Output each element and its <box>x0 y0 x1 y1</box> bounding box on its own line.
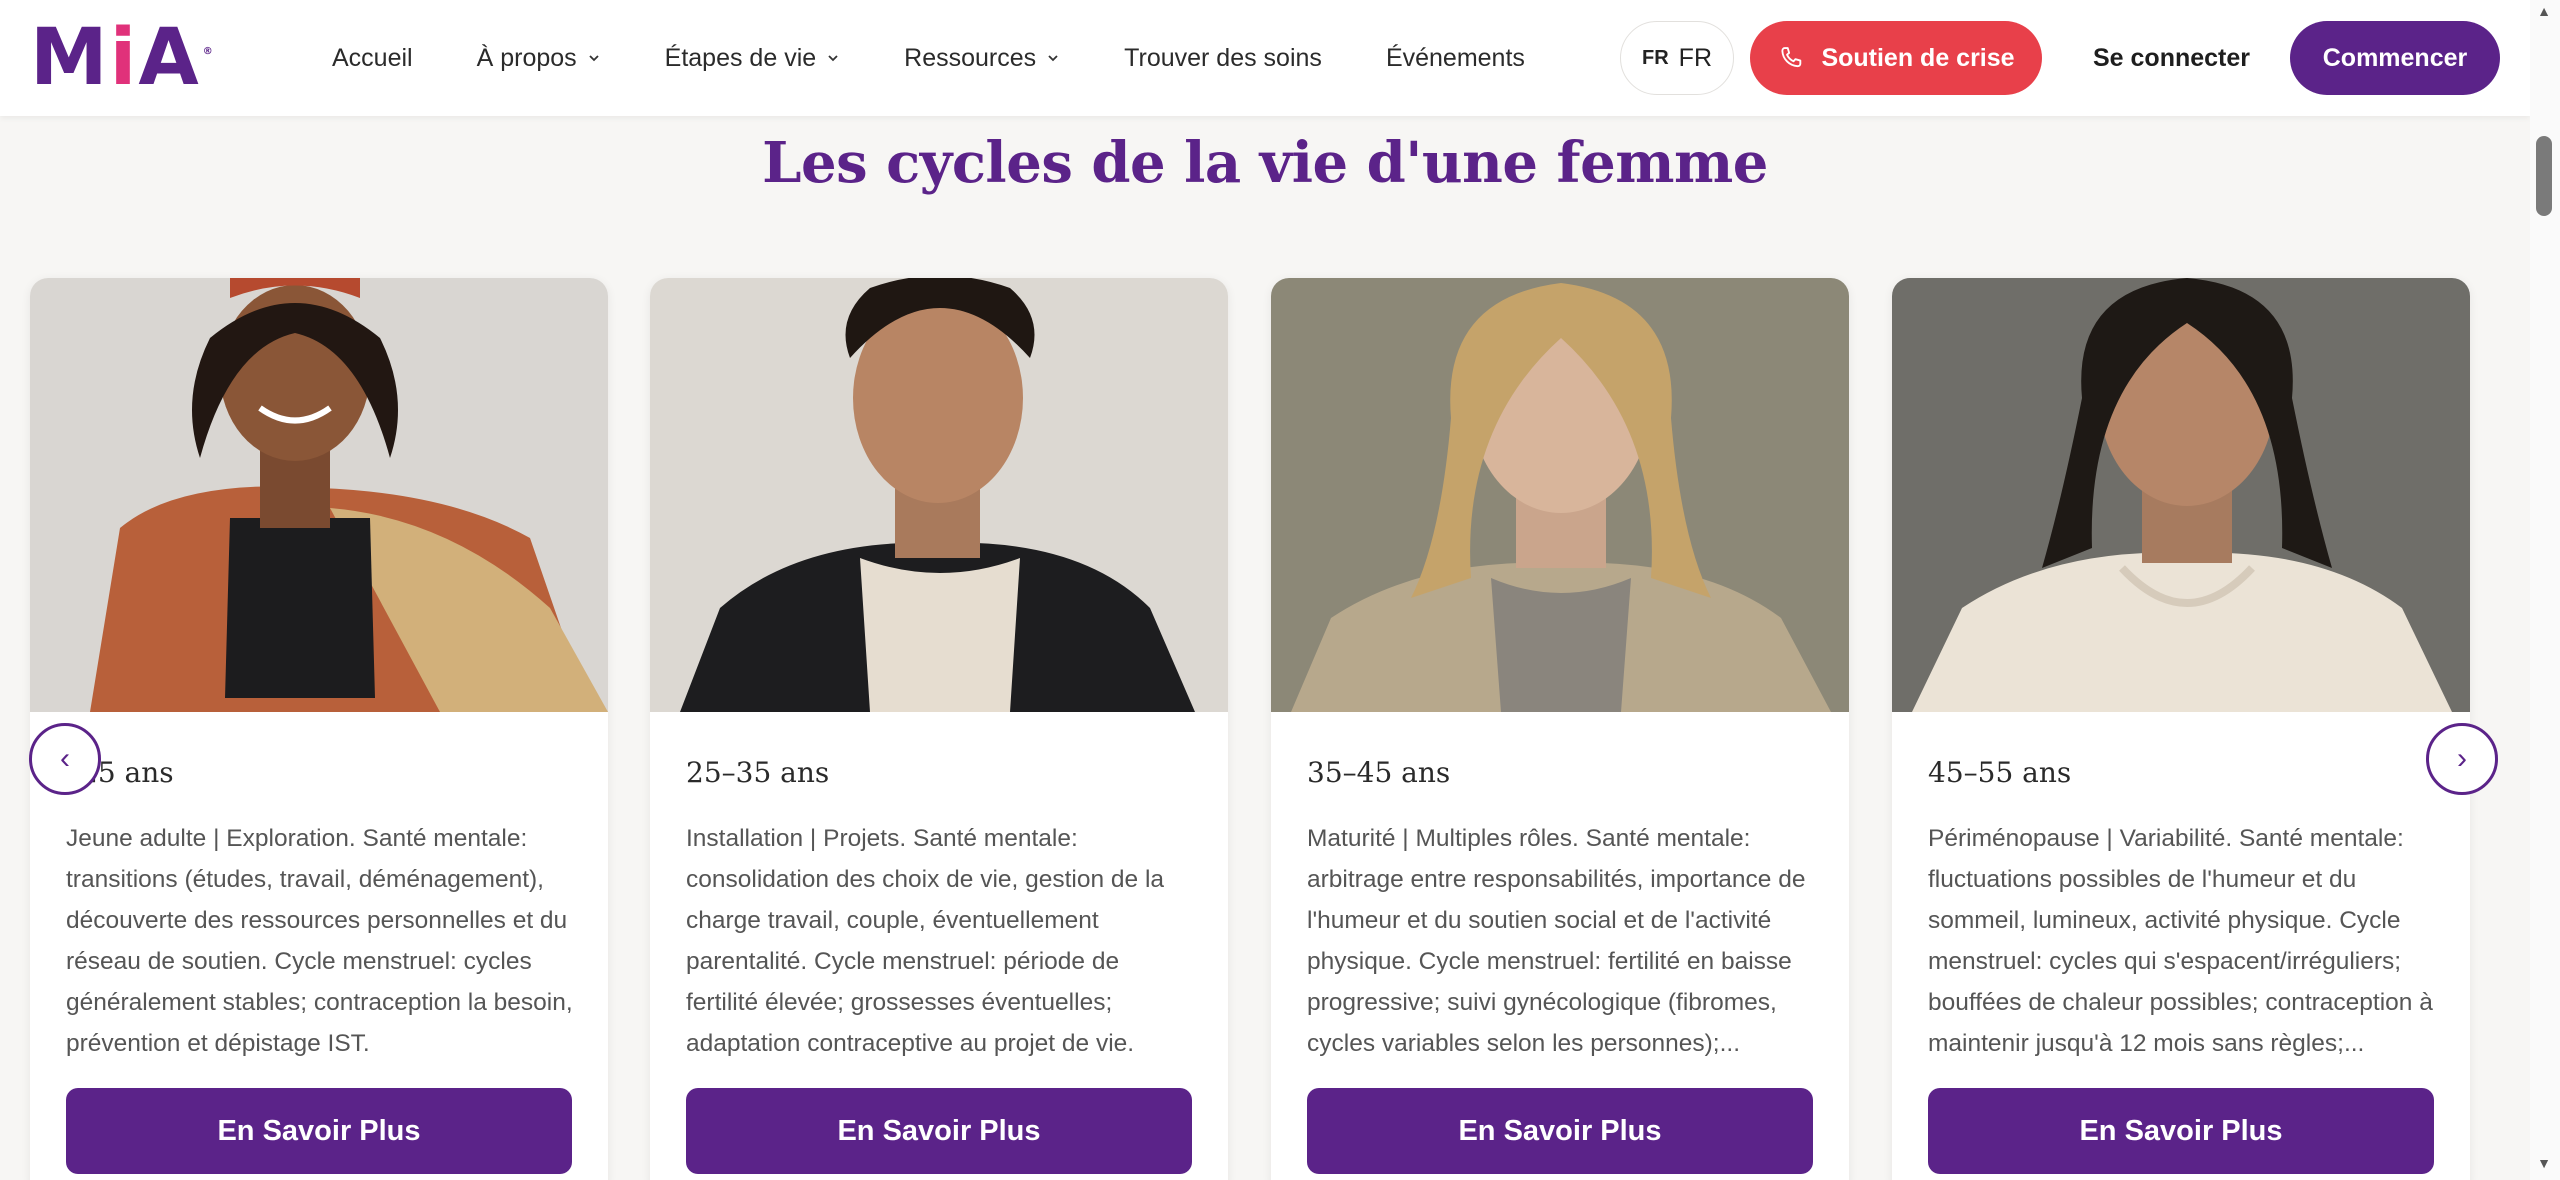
flag-fr-icon: FR <box>1642 46 1669 69</box>
card-photo <box>1892 278 2470 712</box>
login-link[interactable]: Se connecter <box>2093 0 2250 116</box>
card-description: Périménopause | Variabilité. Santé menta… <box>1928 825 2433 1057</box>
chevron-down-icon <box>1048 55 1058 62</box>
card-age-range: 25–35 ans <box>686 756 830 789</box>
card-photo <box>30 278 608 712</box>
nav-etapes-de-vie[interactable]: Étapes de vie <box>665 44 841 73</box>
scrollbar-thumb[interactable] <box>2536 136 2552 216</box>
language-switcher[interactable]: FR FR <box>1620 21 1734 95</box>
nav-label: Événements <box>1385 43 1525 72</box>
section-title: Les cycles de la vie d'une femme <box>762 130 1768 196</box>
card-photo <box>650 278 1228 712</box>
woman-35-45-photo <box>1271 278 1849 712</box>
chevron-down-icon <box>828 55 838 62</box>
life-stage-card: 25–35 ans Installation | Projets. Santé … <box>650 278 1228 1180</box>
card-description: Maturité | Multiples rôles. Santé mental… <box>1307 825 1806 1057</box>
crisis-support-button[interactable]: Soutien de crise <box>1750 21 2042 95</box>
card-description: Installation | Projets. Santé mentale: c… <box>686 825 1165 1057</box>
scroll-up-arrow-icon[interactable]: ▲ <box>2536 4 2552 18</box>
nav-trouver-des-soins[interactable]: Trouver des soins <box>1124 44 1322 73</box>
woman-45-55-photo <box>1892 278 2470 712</box>
main-nav: Accueil À propos Étapes de vie Ressource… <box>332 0 1589 116</box>
logo-text: MiA <box>30 13 201 103</box>
learn-more-button[interactable]: En Savoir Plus <box>66 1088 572 1174</box>
nav-a-propos[interactable]: À propos <box>477 44 601 73</box>
nav-label: Étapes de vie <box>664 43 817 72</box>
chevron-left-icon: ‹ <box>60 742 70 775</box>
life-stage-card: 45–55 ans Périménopause | Variabilité. S… <box>1892 278 2470 1180</box>
mia-logo[interactable]: MiA ® <box>30 13 215 103</box>
learn-more-button[interactable]: En Savoir Plus <box>1928 1088 2434 1174</box>
learn-more-button[interactable]: En Savoir Plus <box>1307 1088 1813 1174</box>
nav-evenements[interactable]: Événements <box>1386 44 1525 73</box>
card-photo <box>1271 278 1849 712</box>
card-age-range: 45–55 ans <box>1928 756 2072 789</box>
life-stage-card: –25 ans Jeune adulte | Exploration. Sant… <box>30 278 608 1180</box>
nav-label: À propos <box>476 43 577 72</box>
woman-25-35-photo <box>650 278 1228 712</box>
nav-label: Trouver des soins <box>1124 43 1322 72</box>
learn-more-button[interactable]: En Savoir Plus <box>686 1088 1192 1174</box>
phone-icon <box>1781 47 1802 68</box>
start-button[interactable]: Commencer <box>2290 21 2500 95</box>
card-age-range: 35–45 ans <box>1307 756 1451 789</box>
nav-accueil[interactable]: Accueil <box>332 44 413 73</box>
language-label: FR <box>1678 43 1712 72</box>
logo-trademark: ® <box>202 46 215 57</box>
life-stage-card: 35–45 ans Maturité | Multiples rôles. Sa… <box>1271 278 1849 1180</box>
carousel-prev-button[interactable]: ‹ <box>29 723 101 795</box>
young-woman-photo <box>30 278 608 712</box>
chevron-right-icon: › <box>2457 742 2467 775</box>
crisis-support-label: Soutien de crise <box>1821 43 2015 72</box>
scroll-down-arrow-icon[interactable]: ▼ <box>2536 1156 2552 1170</box>
chevron-down-icon <box>589 55 599 62</box>
nav-ressources[interactable]: Ressources <box>904 44 1060 73</box>
card-description: Jeune adulte | Exploration. Santé mental… <box>66 825 573 1057</box>
nav-label: Accueil <box>332 43 413 72</box>
site-header: MiA ® Accueil À propos Étapes de vie Ress… <box>0 0 2530 116</box>
nav-label: Ressources <box>904 43 1037 72</box>
carousel-next-button[interactable]: › <box>2426 723 2498 795</box>
